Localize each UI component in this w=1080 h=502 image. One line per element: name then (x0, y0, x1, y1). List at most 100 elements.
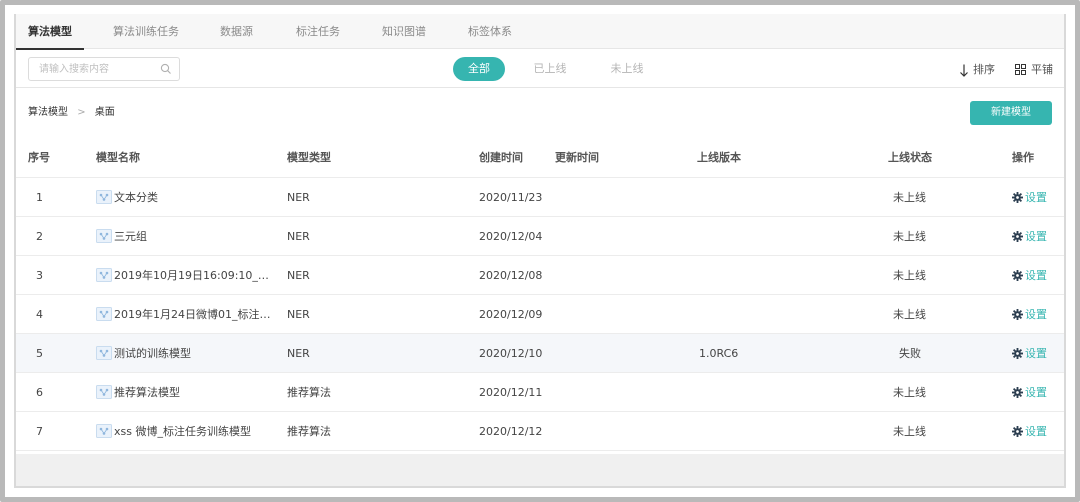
gear-icon[interactable] (1012, 231, 1023, 242)
cell-name[interactable]: 文本分类 (114, 178, 279, 217)
cell-status: 未上线 (893, 230, 926, 243)
cell-created: 2020/11/23 (479, 191, 543, 204)
cell-type: NER (287, 347, 310, 360)
cell-index: 1 (36, 191, 43, 204)
empty-area (14, 454, 1066, 488)
cell-status: 未上线 (893, 425, 926, 438)
cell-index: 2 (36, 230, 43, 243)
model-icon (96, 190, 112, 204)
cell-index: 6 (36, 386, 43, 399)
settings-link[interactable]: 设置 (1025, 412, 1047, 451)
table-row[interactable]: 6 推荐算法模型 推荐算法 2020/12/11 未上线 设置 (14, 373, 1066, 412)
new-model-button[interactable]: 新建模型 (970, 101, 1052, 125)
search-input[interactable] (29, 58, 159, 80)
cell-version: 1.0RC6 (699, 347, 739, 360)
model-icon (96, 346, 112, 360)
model-icon (96, 229, 112, 243)
tab-algorithm-models[interactable]: 算法模型 (16, 14, 84, 50)
tile-view-button[interactable]: 平铺 (1015, 61, 1057, 79)
settings-link[interactable]: 设置 (1025, 373, 1047, 412)
tab-training-tasks[interactable]: 算法训练任务 (113, 14, 179, 49)
top-tab-bar: 算法模型 算法训练任务 数据源 标注任务 知识图谱 标签体系 (14, 14, 1066, 50)
table-row[interactable]: 4 2019年1月24日微博01_标注任... NER 2020/12/09 未… (14, 295, 1066, 334)
tab-knowledge-graph[interactable]: 知识图谱 (382, 14, 426, 49)
sort-label: 排序 (973, 63, 995, 76)
cell-index: 7 (36, 425, 43, 438)
gear-icon[interactable] (1012, 387, 1023, 398)
sort-button[interactable]: 排序 (959, 61, 1001, 79)
cell-created: 2020/12/04 (479, 230, 543, 243)
model-icon (96, 268, 112, 282)
cell-created: 2020/12/09 (479, 308, 543, 321)
settings-link[interactable]: 设置 (1025, 256, 1047, 295)
column-header-version: 上线版本 (697, 151, 741, 164)
table-row[interactable]: 1 文本分类 NER 2020/11/23 未上线 设置 (14, 178, 1066, 217)
model-icon (96, 424, 112, 438)
gear-icon[interactable] (1012, 192, 1023, 203)
search-icon[interactable] (160, 63, 172, 75)
main-panel: 算法模型 算法训练任务 数据源 标注任务 知识图谱 标签体系 全部 已上线 未上… (14, 14, 1066, 488)
gear-icon[interactable] (1012, 348, 1023, 359)
cell-created: 2020/12/10 (479, 347, 543, 360)
cell-type: NER (287, 191, 310, 204)
cell-type: NER (287, 308, 310, 321)
settings-link[interactable]: 设置 (1025, 295, 1047, 334)
cell-name[interactable]: 三元组 (114, 217, 279, 256)
column-header-updated: 更新时间 (555, 151, 599, 164)
column-header-index: 序号 (28, 151, 50, 164)
cell-name[interactable]: 2019年1月24日微博01_标注任... (114, 295, 279, 334)
cell-created: 2020/12/11 (479, 386, 543, 399)
breadcrumb-root[interactable]: 算法模型 (28, 107, 68, 118)
table-row[interactable]: 7 xss 微博_标注任务训练模型 推荐算法 2020/12/12 未上线 设置 (14, 412, 1066, 451)
grid-icon (1015, 64, 1026, 75)
cell-type: 推荐算法 (287, 386, 331, 399)
gear-icon[interactable] (1012, 270, 1023, 281)
cell-index: 3 (36, 269, 43, 282)
tab-tag-system[interactable]: 标签体系 (468, 14, 512, 49)
settings-link[interactable]: 设置 (1025, 217, 1047, 256)
table-row[interactable]: 2 三元组 NER 2020/12/04 未上线 设置 (14, 217, 1066, 256)
cell-status: 未上线 (893, 386, 926, 399)
column-header-actions: 操作 (1012, 151, 1034, 164)
cell-name[interactable]: 推荐算法模型 (114, 373, 279, 412)
breadcrumb-current: 桌面 (94, 107, 115, 118)
search-box (28, 57, 180, 81)
table-row[interactable]: 3 2019年10月19日16:09:10_标注... NER 2020/12/… (14, 256, 1066, 295)
cell-index: 4 (36, 308, 43, 321)
cell-status: 未上线 (893, 308, 926, 321)
table-header: 序号 模型名称 模型类型 创建时间 更新时间 上线版本 上线状态 操作 (14, 138, 1066, 178)
filter-all[interactable]: 全部 (453, 57, 505, 81)
model-icon (96, 385, 112, 399)
cell-name[interactable]: 测试的训练模型 (114, 334, 279, 373)
cell-index: 5 (36, 347, 43, 360)
gear-icon[interactable] (1012, 426, 1023, 437)
cell-name[interactable]: xss 微博_标注任务训练模型 (114, 412, 279, 451)
cell-type: 推荐算法 (287, 425, 331, 438)
table-row[interactable]: 5 测试的训练模型 NER 2020/12/10 1.0RC6 失败 设置 (14, 334, 1066, 373)
settings-link[interactable]: 设置 (1025, 178, 1047, 217)
column-header-name: 模型名称 (96, 151, 140, 164)
tab-annotation-tasks[interactable]: 标注任务 (296, 14, 340, 49)
column-header-type: 模型类型 (287, 151, 331, 164)
cell-type: NER (287, 269, 310, 282)
cell-type: NER (287, 230, 310, 243)
app-window: 算法模型 算法训练任务 数据源 标注任务 知识图谱 标签体系 全部 已上线 未上… (0, 0, 1080, 502)
column-header-status: 上线状态 (888, 151, 932, 164)
breadcrumb: 算法模型 > 桌面 (28, 105, 115, 121)
tile-label: 平铺 (1031, 63, 1053, 76)
filter-online[interactable]: 已上线 (524, 57, 576, 81)
filter-offline[interactable]: 未上线 (601, 57, 653, 81)
settings-link[interactable]: 设置 (1025, 334, 1047, 373)
arrow-down-icon (960, 64, 968, 77)
cell-name[interactable]: 2019年10月19日16:09:10_标注... (114, 256, 279, 295)
cell-created: 2020/12/12 (479, 425, 543, 438)
tab-data-sources[interactable]: 数据源 (220, 14, 253, 49)
cell-status: 未上线 (893, 269, 926, 282)
cell-status: 未上线 (893, 191, 926, 204)
gear-icon[interactable] (1012, 309, 1023, 320)
cell-status: 失败 (899, 347, 921, 360)
toolbar: 全部 已上线 未上线 排序 平铺 (14, 50, 1066, 88)
column-header-created: 创建时间 (479, 151, 523, 164)
cell-created: 2020/12/08 (479, 269, 543, 282)
model-icon (96, 307, 112, 321)
